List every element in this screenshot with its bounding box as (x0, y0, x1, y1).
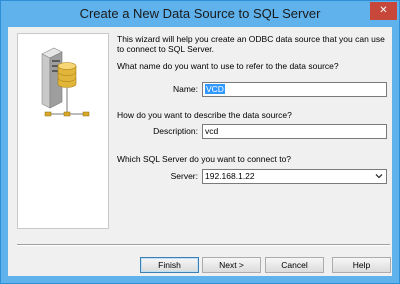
server-label: Server: (170, 171, 198, 181)
name-question: What name do you want to use to refer to… (117, 61, 339, 71)
intro-text: This wizard will help you create an ODBC… (117, 34, 385, 54)
server-select-value: 192.168.1.22 (205, 171, 255, 181)
cancel-button[interactable]: Cancel (265, 257, 324, 273)
dialog-body: This wizard will help you create an ODBC… (8, 27, 392, 276)
help-button[interactable]: Help (332, 257, 391, 273)
close-button[interactable]: ✕ (370, 2, 397, 20)
wizard-graphic-panel (17, 33, 109, 229)
button-divider (17, 244, 390, 246)
name-field-value: VCD (205, 84, 225, 94)
next-button[interactable]: Next > (202, 257, 261, 273)
description-field-value: vcd (205, 126, 219, 136)
chevron-down-icon (375, 174, 383, 179)
description-question: How do you want to describe the data sou… (117, 110, 292, 120)
description-field[interactable]: vcd (202, 124, 387, 139)
server-question: Which SQL Server do you want to connect … (117, 154, 292, 164)
window-title: Create a New Data Source to SQL Server (79, 6, 321, 21)
server-database-icon (41, 47, 90, 117)
server-select[interactable]: 192.168.1.22 (202, 169, 387, 184)
finish-button[interactable]: Finish (140, 257, 199, 273)
name-label: Name: (172, 84, 198, 94)
title-bar[interactable]: Create a New Data Source to SQL Server ✕ (1, 1, 399, 27)
dialog-window: Create a New Data Source to SQL Server ✕ (0, 0, 400, 284)
close-icon: ✕ (379, 5, 388, 16)
description-label: Description: (153, 126, 198, 136)
name-field[interactable]: VCD (202, 82, 387, 97)
